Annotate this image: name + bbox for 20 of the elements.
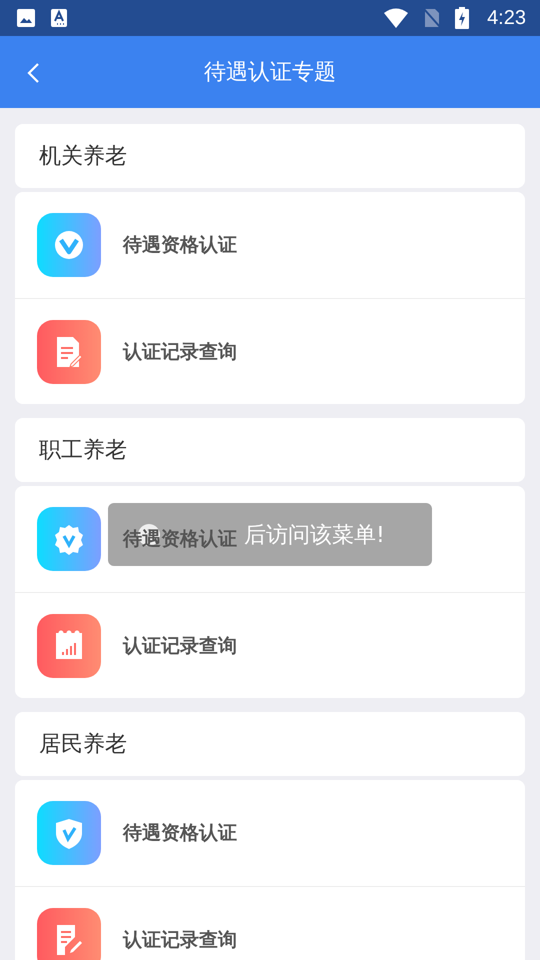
keyboard-icon: [50, 8, 68, 28]
wifi-icon: [383, 8, 410, 28]
menu-item-label[interactable]: 认证记录查询: [123, 926, 237, 952]
menu-item-label[interactable]: 认证记录查询: [123, 338, 237, 364]
clock-time: 4:23: [487, 6, 526, 30]
image-icon: [16, 8, 36, 28]
document-edit-icon: [37, 320, 101, 384]
calendar-chart-icon: [37, 614, 101, 678]
section-title: 职工养老: [39, 437, 127, 465]
toast-message: 后访问该菜单!: [244, 522, 385, 550]
page-title: 待遇认证专题: [204, 59, 336, 87]
section-title: 机关养老: [39, 143, 127, 171]
shield-icon: [37, 801, 101, 865]
menu-item-label[interactable]: 待遇资格认证: [123, 820, 237, 846]
no-sim-icon: [423, 8, 442, 28]
menu-item-label[interactable]: 待遇资格认证: [123, 232, 237, 258]
battery-icon: [455, 7, 470, 29]
menu-item-label[interactable]: 认证记录查询: [123, 632, 237, 658]
badge-icon: [37, 507, 101, 571]
section-title: 居民养老: [39, 731, 127, 759]
